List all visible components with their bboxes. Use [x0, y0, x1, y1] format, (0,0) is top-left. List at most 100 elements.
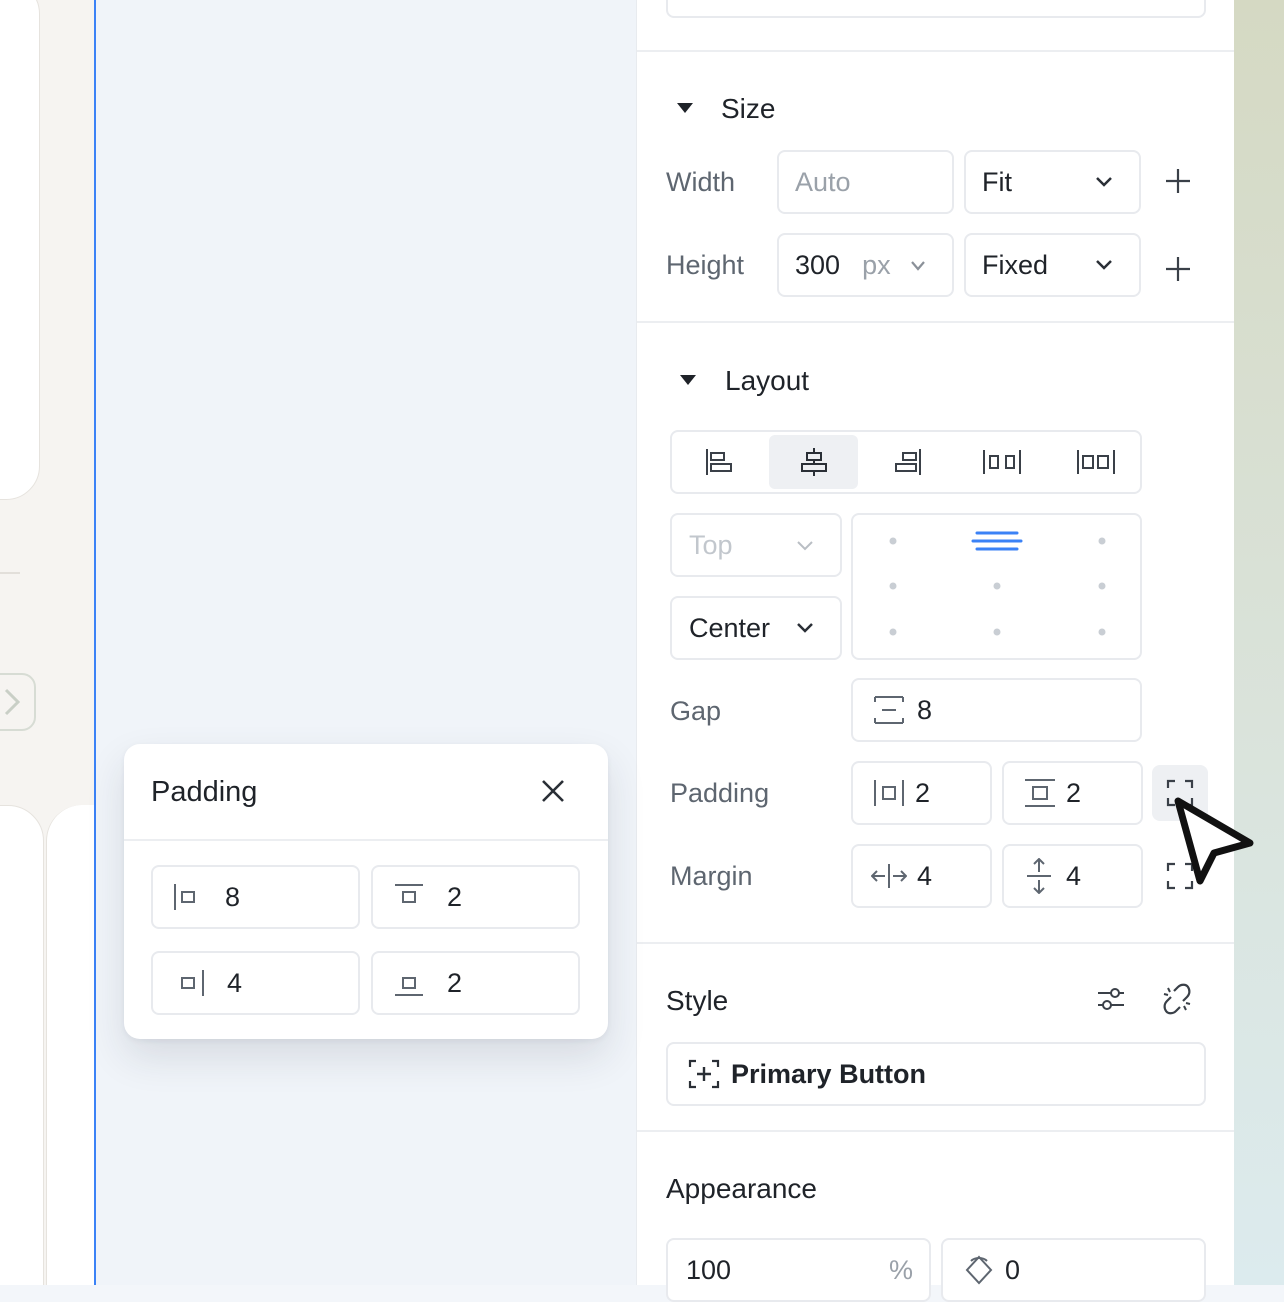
gap-label: Gap: [670, 696, 722, 726]
close-icon: [542, 780, 564, 802]
space-between-icon: [1077, 450, 1115, 474]
margin-vertical-icon: [1027, 858, 1051, 894]
padding-horizontal-input[interactable]: 2: [851, 761, 992, 825]
horizontal-align-select[interactable]: Center: [670, 596, 842, 660]
detach-style-button[interactable]: [1162, 983, 1198, 1017]
sidebar-card: [0, 805, 44, 1285]
margin-horizontal-icon: [871, 864, 907, 888]
chevron-down-icon: [1096, 177, 1112, 187]
chevron-down-icon: [797, 541, 813, 551]
margin-horizontal-value: 4: [917, 860, 933, 891]
chevron-right-icon: [4, 688, 20, 716]
height-label: Height: [666, 250, 745, 280]
chevron-down-icon: [1096, 260, 1112, 270]
opacity-input[interactable]: 100 %: [666, 1238, 931, 1302]
top-field[interactable]: [666, 0, 1206, 18]
padding-top-input[interactable]: 2: [371, 865, 580, 929]
section-title-style: Style: [666, 985, 729, 1016]
width-label: Width: [666, 167, 736, 197]
corner-radius-icon: [965, 1255, 993, 1285]
alignment-segmented-control: [670, 430, 1142, 494]
alignment-grid-dots: [889, 531, 1106, 636]
margin-vertical-value: 4: [1066, 860, 1082, 891]
unlink-icon: [1163, 983, 1191, 1015]
padding-horizontal-value: 2: [915, 777, 931, 808]
sliders-icon: [1098, 988, 1124, 1010]
collapse-caret-icon[interactable]: [680, 375, 696, 385]
plus-icon: [1166, 257, 1190, 281]
gap-vertical-icon: [874, 696, 904, 724]
alignment-grid[interactable]: [851, 513, 1142, 660]
padding-bottom-input[interactable]: 2: [371, 951, 580, 1015]
divider: [637, 1130, 1235, 1132]
padding-bottom-icon: [395, 977, 423, 996]
padding-left-input[interactable]: 8: [151, 865, 360, 929]
add-width-button[interactable]: [1165, 164, 1191, 200]
width-mode-select[interactable]: Fit: [964, 150, 1141, 214]
space-around-icon: [983, 450, 1021, 474]
padding-vertical-icon: [1025, 779, 1055, 807]
section-title-size: Size: [721, 93, 776, 124]
style-settings-button[interactable]: [1095, 983, 1135, 1017]
horizontal-align-value: Center: [689, 612, 771, 643]
align-left-icon: [706, 449, 732, 475]
section-title-layout: Layout: [725, 365, 810, 396]
margin-vertical-input[interactable]: 4: [1002, 844, 1143, 908]
height-input[interactable]: 300 px: [777, 233, 954, 297]
opacity-unit: %: [888, 1254, 913, 1285]
corner-radius-input[interactable]: 0: [941, 1238, 1206, 1302]
collapse-caret-icon[interactable]: [677, 103, 693, 113]
padding-horizontal-icon: [874, 780, 904, 806]
properties-panel: Size Width Auto Fit Height 300 px Fixed …: [636, 0, 1235, 1302]
sidebar-card: [0, 0, 40, 500]
canvas[interactable]: [96, 0, 636, 1285]
vertical-align-value: Top: [689, 529, 733, 560]
distribute-around-button[interactable]: [955, 432, 1049, 492]
padding-vertical-value: 2: [1066, 777, 1082, 808]
chevron-down-icon: [797, 623, 813, 633]
padding-right-input[interactable]: 4: [151, 951, 360, 1015]
add-height-button[interactable]: [1165, 252, 1191, 288]
padding-bottom-value: 2: [447, 967, 463, 998]
chevron-down-icon: [911, 261, 925, 271]
padding-left-icon: [174, 884, 195, 910]
padding-popover: Padding 8 2 4 2: [124, 744, 608, 1039]
gap-input[interactable]: 8: [851, 678, 1142, 742]
padding-top-icon: [395, 884, 423, 903]
height-mode-select[interactable]: Fixed: [964, 233, 1141, 297]
width-mode-value: Fit: [982, 166, 1012, 197]
padding-vertical-input[interactable]: 2: [1002, 761, 1143, 825]
padding-left-value: 8: [225, 881, 241, 912]
expand-arrow-button[interactable]: [0, 673, 36, 731]
align-right-button[interactable]: [861, 432, 955, 492]
corner-radius-value: 0: [1005, 1254, 1021, 1285]
style-preset-value: Primary Button: [731, 1058, 927, 1089]
popover-title: Padding: [151, 776, 258, 808]
align-left-button[interactable]: [672, 432, 766, 492]
sidebar-card: [46, 805, 96, 1285]
divider: [124, 839, 608, 841]
section-title-appearance: Appearance: [666, 1173, 818, 1204]
right-backdrop: [1234, 0, 1284, 1285]
vertical-align-select[interactable]: Top: [670, 513, 842, 577]
distribute-between-button[interactable]: [1049, 432, 1140, 492]
padding-right-icon: [181, 970, 204, 996]
selection-edge: [94, 0, 96, 1285]
plus-icon: [1166, 169, 1190, 193]
align-right-icon: [895, 449, 921, 475]
margin-label: Margin: [670, 861, 753, 891]
close-button[interactable]: [538, 776, 568, 806]
mouse-cursor-icon: [1174, 797, 1254, 885]
height-value: 300: [795, 249, 841, 280]
margin-horizontal-input[interactable]: 4: [851, 844, 992, 908]
padding-label: Padding: [670, 778, 770, 808]
width-input[interactable]: Auto: [777, 150, 954, 214]
style-preset-field[interactable]: Primary Button: [666, 1042, 1206, 1106]
divider: [0, 572, 20, 574]
divider: [637, 50, 1235, 52]
height-mode-value: Fixed: [982, 249, 1049, 280]
align-center-button[interactable]: [769, 435, 858, 489]
height-unit[interactable]: px: [862, 250, 891, 281]
gap-value: 8: [917, 694, 933, 725]
component-add-icon: [688, 1059, 720, 1089]
